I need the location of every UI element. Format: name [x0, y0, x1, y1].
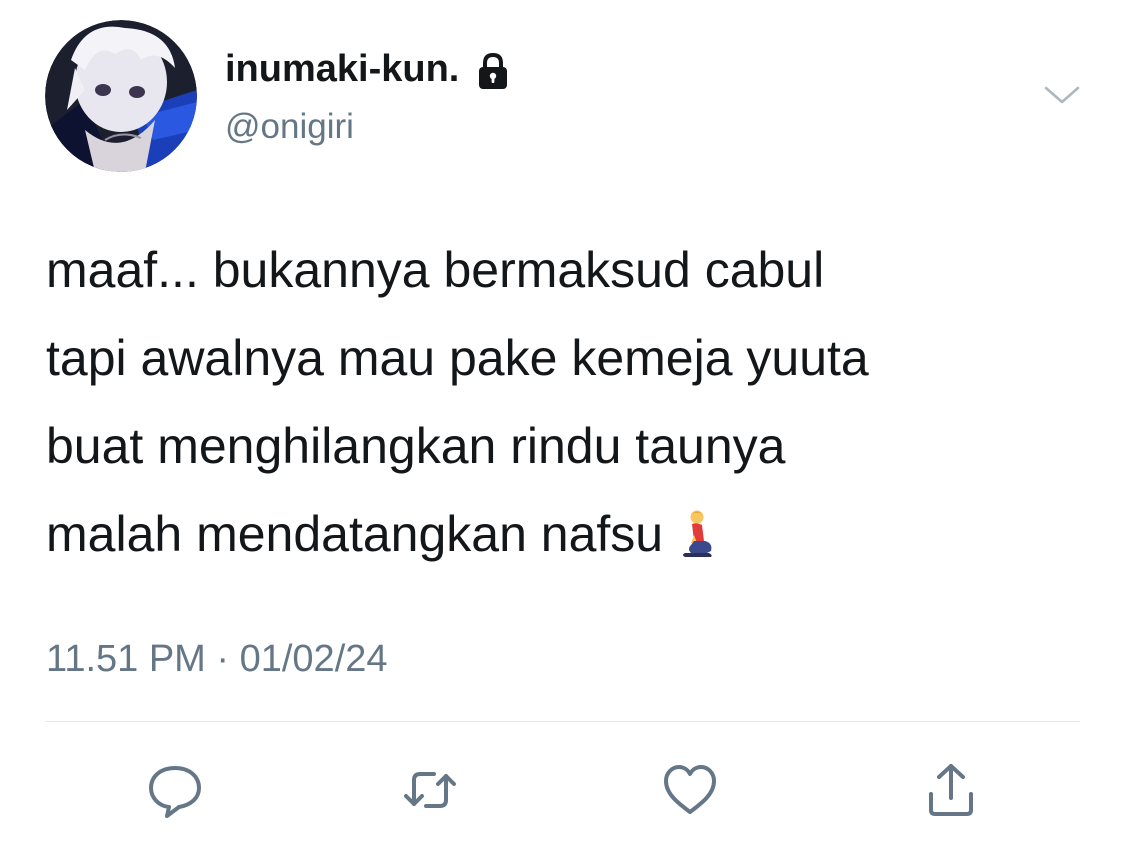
- divider: [46, 721, 1080, 722]
- tweet-line-text: malah mendatangkan nafsu: [46, 506, 664, 562]
- kneeling-person-emoji-icon: [677, 498, 719, 557]
- like-button[interactable]: [660, 760, 720, 820]
- lock-icon: [473, 51, 513, 91]
- tweet-line: maaf... bukannya bermaksud cabul: [46, 242, 825, 298]
- retweet-icon: [404, 772, 456, 808]
- tweet-line: tapi awalnya mau pake kemeja yuuta: [46, 330, 869, 386]
- reply-icon: [149, 766, 201, 818]
- avatar-image: [45, 20, 197, 172]
- user-handle[interactable]: @onigiri: [225, 107, 354, 147]
- tweet-line: buat menghilangkan rindu taunya: [46, 418, 786, 474]
- avatar[interactable]: [45, 20, 197, 172]
- reply-button[interactable]: [145, 760, 205, 820]
- retweet-button[interactable]: [400, 760, 460, 820]
- tweet-text: maaf... bukannya bermaksud cabul tapi aw…: [46, 226, 1066, 578]
- display-name[interactable]: inumaki-kun.: [225, 48, 513, 91]
- share-button[interactable]: [921, 760, 981, 820]
- display-name-text: inumaki-kun.: [225, 48, 460, 90]
- tweet-line-last: malah mendatangkan nafsu: [46, 490, 1066, 578]
- chevron-down-icon[interactable]: [1042, 80, 1082, 110]
- share-icon: [929, 764, 973, 816]
- heart-icon: [664, 765, 716, 814]
- tweet-timestamp[interactable]: 11.51 PM · 01/02/24: [46, 638, 388, 681]
